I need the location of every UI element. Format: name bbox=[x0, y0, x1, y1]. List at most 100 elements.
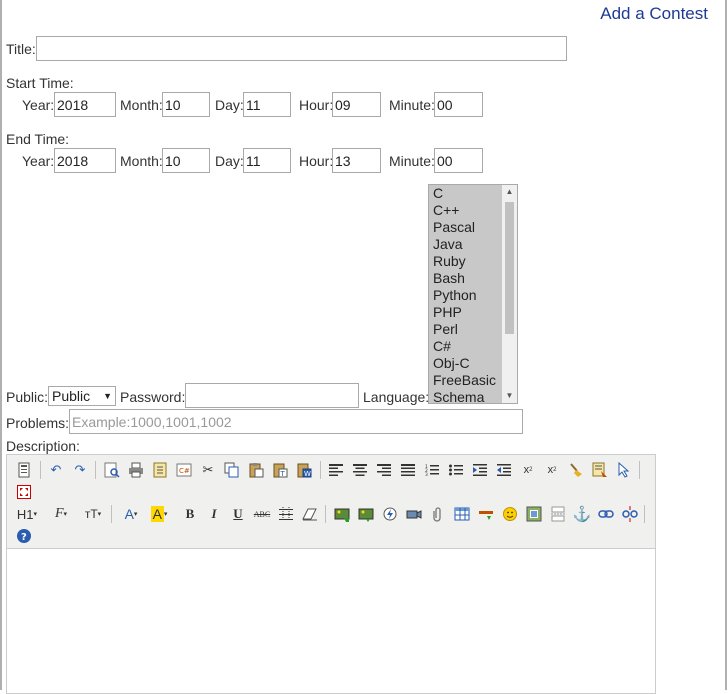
heading-label: H1 bbox=[16, 506, 34, 522]
map-icon[interactable] bbox=[525, 505, 543, 523]
start-time-label: Start Time: bbox=[6, 75, 74, 91]
scroll-up-icon[interactable]: ▲ bbox=[502, 185, 517, 199]
attachment-icon[interactable] bbox=[429, 505, 447, 523]
media-icon[interactable] bbox=[405, 505, 423, 523]
unordered-list-icon[interactable] bbox=[447, 461, 465, 479]
fullscreen-icon[interactable] bbox=[15, 483, 33, 501]
undo-icon[interactable]: ↶ bbox=[47, 461, 65, 479]
scroll-down-icon[interactable]: ▼ bbox=[502, 389, 517, 403]
start-hour-label: Hour: bbox=[299, 97, 334, 113]
title-label: Title: bbox=[6, 41, 36, 57]
clear-format-brush-icon[interactable] bbox=[567, 461, 585, 479]
cursor-icon[interactable] bbox=[615, 461, 633, 479]
heading-dropdown[interactable]: H1 ▾ bbox=[13, 505, 41, 523]
template-icon[interactable] bbox=[151, 461, 169, 479]
language-label: Language: bbox=[363, 389, 430, 405]
end-year-label: Year: bbox=[22, 153, 55, 169]
language-listbox[interactable]: C C++ Pascal Java Ruby Bash Python PHP Perl C# Obj… bbox=[428, 184, 518, 404]
svg-text:W: W bbox=[304, 470, 311, 478]
multi-image-icon[interactable] bbox=[357, 505, 375, 523]
svg-text:C#: C# bbox=[179, 467, 190, 475]
scrollbar-thumb[interactable] bbox=[505, 202, 514, 334]
svg-text:?: ? bbox=[21, 532, 27, 543]
public-select[interactable]: Public ▼ bbox=[48, 386, 116, 406]
unlink-icon[interactable] bbox=[621, 505, 639, 523]
source-icon[interactable] bbox=[15, 461, 33, 479]
paste-icon[interactable] bbox=[247, 461, 265, 479]
eraser-icon[interactable] bbox=[301, 505, 319, 523]
align-center-icon[interactable] bbox=[351, 461, 369, 479]
description-label: Description: bbox=[6, 438, 80, 454]
end-year-input[interactable] bbox=[54, 148, 116, 173]
editor-toolbar: ↶ ↷ C# ✂ T W 123 x2 x2 H1 ▾ F ▾ тT ▾ A ▾ A ▾ bbox=[7, 455, 655, 549]
start-month-label: Month: bbox=[120, 97, 163, 113]
redo-icon[interactable]: ↷ bbox=[71, 461, 89, 479]
align-right-icon[interactable] bbox=[375, 461, 393, 479]
end-day-input[interactable] bbox=[243, 148, 291, 173]
emoticon-icon[interactable] bbox=[501, 505, 519, 523]
font-size-dropdown[interactable]: тT ▾ bbox=[79, 505, 107, 523]
background-color-label: A bbox=[150, 506, 164, 522]
flash-icon[interactable] bbox=[381, 505, 399, 523]
horizontal-rule-icon[interactable] bbox=[477, 505, 495, 523]
right-border bbox=[725, 0, 727, 690]
end-month-label: Month: bbox=[120, 153, 163, 169]
font-color-label: A bbox=[124, 506, 134, 522]
start-day-input[interactable] bbox=[243, 92, 291, 117]
start-year-label: Year: bbox=[22, 97, 55, 113]
help-icon[interactable]: ? bbox=[15, 527, 33, 545]
font-color-dropdown[interactable]: A ▾ bbox=[117, 505, 145, 523]
align-left-icon[interactable] bbox=[327, 461, 345, 479]
outdent-icon[interactable] bbox=[495, 461, 513, 479]
public-select-value: Public bbox=[52, 388, 91, 404]
select-all-icon[interactable] bbox=[591, 461, 609, 479]
start-minute-input[interactable] bbox=[434, 92, 483, 117]
end-minute-label: Minute: bbox=[389, 153, 435, 169]
problems-input[interactable] bbox=[69, 409, 523, 434]
start-minute-label: Minute: bbox=[389, 97, 435, 113]
page-break-icon[interactable] bbox=[549, 505, 567, 523]
svg-text:3: 3 bbox=[425, 472, 428, 476]
language-scrollbar[interactable]: ▲ ▼ bbox=[502, 185, 517, 403]
underline-button[interactable]: U bbox=[229, 505, 247, 523]
preview-icon[interactable] bbox=[103, 461, 121, 479]
subscript-icon[interactable]: x2 bbox=[519, 461, 537, 479]
anchor-icon[interactable]: ⚓ bbox=[573, 505, 592, 523]
ordered-list-icon[interactable]: 123 bbox=[423, 461, 441, 479]
align-justify-icon[interactable] bbox=[399, 461, 417, 479]
table-icon[interactable] bbox=[453, 505, 471, 523]
background-color-dropdown[interactable]: A ▾ bbox=[145, 505, 173, 523]
password-label: Password: bbox=[120, 389, 186, 405]
description-editor[interactable]: ↶ ↷ C# ✂ T W 123 x2 x2 H1 ▾ F ▾ тT ▾ A ▾ A ▾ bbox=[6, 454, 656, 694]
paste-word-icon[interactable]: W bbox=[295, 461, 313, 479]
end-hour-label: Hour: bbox=[299, 153, 334, 169]
end-minute-input[interactable] bbox=[434, 148, 483, 173]
start-hour-input[interactable] bbox=[332, 92, 381, 117]
line-height-icon[interactable] bbox=[277, 505, 295, 523]
font-family-dropdown[interactable]: F ▾ bbox=[47, 505, 75, 523]
link-icon[interactable] bbox=[597, 505, 615, 523]
print-icon[interactable] bbox=[127, 461, 145, 479]
editor-content-area[interactable] bbox=[7, 550, 655, 693]
superscript-icon[interactable]: x2 bbox=[543, 461, 561, 479]
insert-image-icon[interactable] bbox=[333, 505, 351, 523]
end-time-label: End Time: bbox=[6, 131, 70, 147]
end-hour-input[interactable] bbox=[332, 148, 381, 173]
paste-text-icon[interactable]: T bbox=[271, 461, 289, 479]
start-year-input[interactable] bbox=[54, 92, 116, 117]
title-input[interactable] bbox=[36, 36, 567, 61]
cut-icon[interactable]: ✂ bbox=[199, 461, 217, 479]
end-month-input[interactable] bbox=[162, 148, 210, 173]
public-label: Public: bbox=[6, 389, 49, 405]
start-month-input[interactable] bbox=[162, 92, 210, 117]
copy-icon[interactable] bbox=[223, 461, 241, 479]
code-icon[interactable]: C# bbox=[175, 461, 193, 479]
dropdown-arrow-icon: ▼ bbox=[103, 391, 112, 401]
italic-button[interactable]: I bbox=[205, 505, 223, 523]
indent-icon[interactable] bbox=[471, 461, 489, 479]
font-size-label: тT bbox=[84, 507, 98, 521]
strikethrough-button[interactable]: ABC bbox=[253, 505, 271, 523]
bold-button[interactable]: B bbox=[181, 505, 199, 523]
password-input[interactable] bbox=[185, 383, 359, 408]
font-family-label: F bbox=[54, 506, 64, 521]
